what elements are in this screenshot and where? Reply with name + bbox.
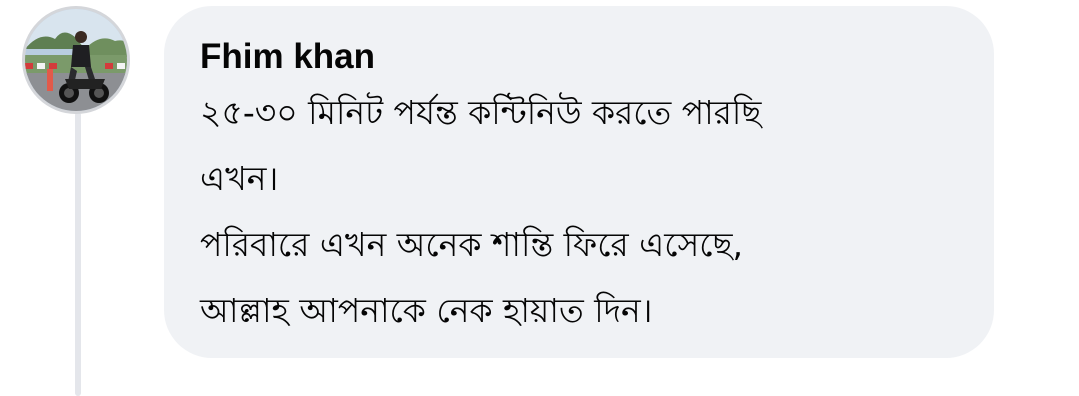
comment-thread: Fhim khan ২৫-৩০ মিনিট পর্যন্ত কন্টিনিউ ক… [0, 0, 1079, 396]
avatar-photo-icon [25, 9, 127, 111]
avatar[interactable] [22, 6, 130, 114]
comment-line: পরিবারে এখন অনেক শান্তি ফিরে এসেছে, [200, 225, 744, 264]
comment-line: আল্লাহ আপনাকে নেক হায়াত দিন। [200, 291, 653, 330]
thread-connector-line [75, 112, 81, 396]
comment-line: এখন। [200, 159, 279, 198]
comment-author-name[interactable]: Fhim khan [200, 36, 964, 78]
comment-line: ২৫-৩০ মিনিট পর্যন্ত কন্টিনিউ করতে পারছি [200, 93, 762, 132]
comment-body: ২৫-৩০ মিনিট পর্যন্ত কন্টিনিউ করতে পারছি … [200, 80, 964, 344]
comment-bubble: Fhim khan ২৫-৩০ মিনিট পর্যন্ত কন্টিনিউ ক… [164, 6, 994, 358]
